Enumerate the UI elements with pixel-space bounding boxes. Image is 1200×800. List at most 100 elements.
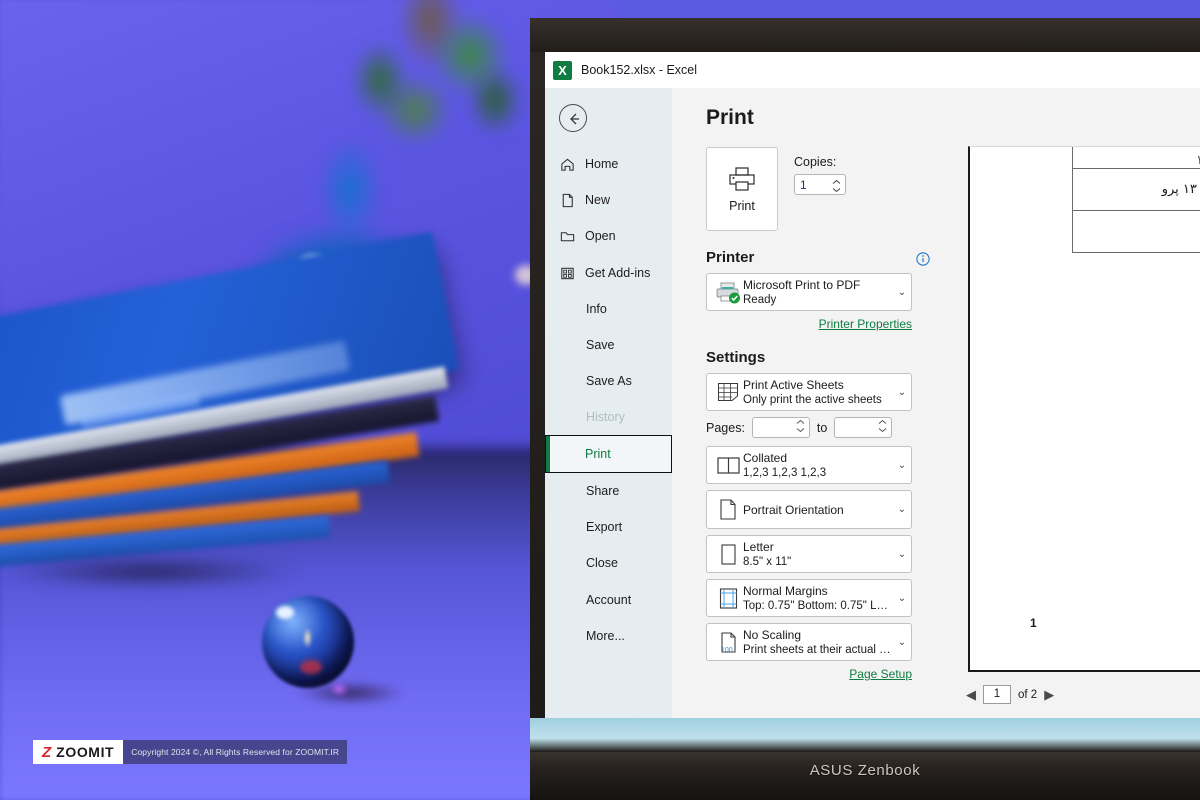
sidebar-item-save-as[interactable]: Save As bbox=[545, 363, 672, 399]
pages-from-arrows[interactable] bbox=[796, 419, 805, 433]
paper-size-select[interactable]: Letter 8.5" x 11" ⌄ bbox=[706, 535, 912, 573]
sidebar-item-home[interactable]: Home bbox=[545, 146, 672, 182]
sidebar-item-share[interactable]: Share bbox=[545, 473, 672, 509]
pages-from-stepper[interactable] bbox=[752, 417, 810, 438]
scaling-primary: No Scaling bbox=[743, 628, 893, 642]
printer-device-icon bbox=[715, 281, 742, 304]
chevron-up-icon bbox=[878, 419, 887, 425]
print-button[interactable]: Print bbox=[706, 147, 778, 231]
laptop-brand-label: ASUS Zenbook bbox=[530, 762, 1200, 779]
book-shadow bbox=[0, 552, 360, 592]
current-page-input[interactable]: 1 bbox=[983, 685, 1011, 704]
sidebar-item-save[interactable]: Save bbox=[545, 327, 672, 363]
sheets-grid-glyph bbox=[716, 381, 740, 403]
paper-size-primary: Letter bbox=[743, 540, 893, 554]
sidebar-item-label: Info bbox=[586, 302, 607, 316]
excel-title-bar: Book152.xlsx - Excel bbox=[545, 52, 1200, 88]
scaling-select[interactable]: 100 No Scaling Print sheets at their act… bbox=[706, 623, 912, 661]
sheets-grid-icon bbox=[713, 381, 743, 403]
print-settings-pane: Print Print Copies: bbox=[672, 88, 952, 718]
margins-glyph bbox=[718, 587, 739, 610]
sidebar-item-label: Home bbox=[585, 157, 618, 171]
chevron-down-icon[interactable]: ⌄ bbox=[893, 593, 911, 604]
sidebar-item-label: Export bbox=[586, 520, 622, 534]
preview-sheet[interactable]: ۱۲۲ دمی نوت ۱۳ پرو ۴۸ 1 bbox=[968, 146, 1200, 672]
back-arrow-glyph bbox=[565, 110, 583, 128]
sidebar-item-get-add-ins[interactable]: Get Add-ins bbox=[545, 255, 672, 291]
zoomit-z-icon: Z bbox=[42, 744, 51, 761]
watermark-copyright: Copyright 2024 ©, All Rights Reserved fo… bbox=[123, 740, 347, 764]
window-title: Book152.xlsx - Excel bbox=[581, 63, 697, 77]
orientation-select[interactable]: Portrait Orientation ⌄ bbox=[706, 490, 912, 529]
sidebar-item-open[interactable]: Open bbox=[545, 218, 672, 254]
printer-select[interactable]: Microsoft Print to PDF Ready ⌄ bbox=[706, 273, 912, 311]
preview-cell: دمی نوت ۱۳ پرو bbox=[1072, 169, 1200, 211]
sphere-highlight bbox=[276, 606, 294, 619]
sidebar-item-label: Save bbox=[586, 338, 615, 352]
sidebar-item-label: Account bbox=[586, 593, 631, 607]
chevron-down-icon[interactable]: ⌄ bbox=[893, 637, 911, 648]
print-action-row: Print Copies: bbox=[706, 147, 952, 231]
sidebar-item-new[interactable]: New bbox=[545, 182, 672, 218]
printer-name: Microsoft Print to PDF bbox=[743, 278, 893, 292]
chevron-down-icon[interactable]: ⌄ bbox=[893, 504, 911, 515]
pages-to-arrows[interactable] bbox=[878, 419, 887, 433]
sidebar-item-label: Open bbox=[585, 229, 616, 243]
back-arrow-icon[interactable] bbox=[559, 104, 587, 132]
chevron-up-icon bbox=[832, 179, 841, 185]
laptop-body: Book152.xlsx - Excel bbox=[530, 18, 1200, 800]
print-range-select[interactable]: Print Active Sheets Only print the activ… bbox=[706, 373, 912, 411]
copies-stepper[interactable] bbox=[794, 174, 846, 195]
printer-properties-link[interactable]: Printer Properties bbox=[706, 317, 912, 331]
sphere-shadow bbox=[276, 676, 426, 710]
margins-select[interactable]: Normal Margins Top: 0.75" Bottom: 0.75" … bbox=[706, 579, 912, 617]
watermark-logo: Z ZOOMIT bbox=[33, 740, 123, 764]
watermark-brand: ZOOMIT bbox=[56, 744, 114, 760]
chevron-down-icon[interactable]: ⌄ bbox=[893, 549, 911, 560]
sidebar-item-label: Save As bbox=[586, 374, 632, 388]
margins-primary: Normal Margins bbox=[743, 584, 893, 598]
margins-secondary: Top: 0.75" Bottom: 0.75" Left:... bbox=[743, 600, 893, 612]
chevron-down-icon bbox=[832, 187, 841, 193]
chevron-down-icon bbox=[878, 427, 887, 433]
chevron-down-icon[interactable]: ⌄ bbox=[893, 287, 911, 298]
previous-page-button[interactable]: ◀ bbox=[966, 687, 976, 703]
portrait-page-icon bbox=[713, 498, 743, 521]
margins-text: Normal Margins Top: 0.75" Bottom: 0.75" … bbox=[743, 584, 893, 612]
sphere-caustic bbox=[330, 682, 348, 696]
collation-select[interactable]: Collated 1,2,3 1,2,3 1,2,3 ⌄ bbox=[706, 446, 912, 484]
pages-range-row: Pages: to bbox=[706, 417, 952, 438]
collation-primary: Collated bbox=[743, 451, 893, 465]
backstage-sidebar: Home New bbox=[545, 88, 672, 718]
paper-size-secondary: 8.5" x 11" bbox=[743, 556, 893, 568]
margins-icon bbox=[713, 587, 743, 610]
sidebar-item-print[interactable]: Print bbox=[545, 435, 672, 473]
page-setup-link[interactable]: Page Setup bbox=[706, 667, 912, 681]
pages-to-stepper[interactable] bbox=[834, 417, 892, 438]
info-icon[interactable] bbox=[916, 252, 930, 266]
laptop-screen: Book152.xlsx - Excel bbox=[545, 52, 1200, 718]
sidebar-item-label: New bbox=[585, 193, 610, 207]
next-page-button[interactable]: ▶ bbox=[1044, 687, 1054, 703]
print-button-label: Print bbox=[729, 199, 755, 213]
paper-size-text: Letter 8.5" x 11" bbox=[743, 540, 893, 568]
excel-icon bbox=[553, 61, 572, 80]
collated-glyph bbox=[716, 456, 741, 475]
sidebar-item-export[interactable]: Export bbox=[545, 509, 672, 545]
sidebar-item-label: Close bbox=[586, 556, 618, 570]
printer-text: Microsoft Print to PDF Ready bbox=[743, 278, 893, 306]
orientation-primary: Portrait Orientation bbox=[743, 503, 893, 517]
sidebar-item-info[interactable]: Info bbox=[545, 291, 672, 327]
chevron-down-icon[interactable]: ⌄ bbox=[893, 387, 911, 398]
collated-icon bbox=[713, 456, 743, 475]
sidebar-item-account[interactable]: Account bbox=[545, 582, 672, 618]
sidebar-item-close[interactable]: Close bbox=[545, 545, 672, 581]
chevron-down-icon[interactable]: ⌄ bbox=[893, 460, 911, 471]
sidebar-item-label: Get Add-ins bbox=[585, 266, 650, 280]
printer-heading-label: Printer bbox=[706, 249, 754, 266]
print-range-primary: Print Active Sheets bbox=[743, 378, 893, 392]
sidebar-item-more[interactable]: More... bbox=[545, 618, 672, 654]
copies-input[interactable] bbox=[795, 175, 829, 194]
scaling-secondary: Print sheets at their actual size bbox=[743, 644, 893, 656]
copies-spinner-arrows[interactable] bbox=[832, 176, 841, 195]
